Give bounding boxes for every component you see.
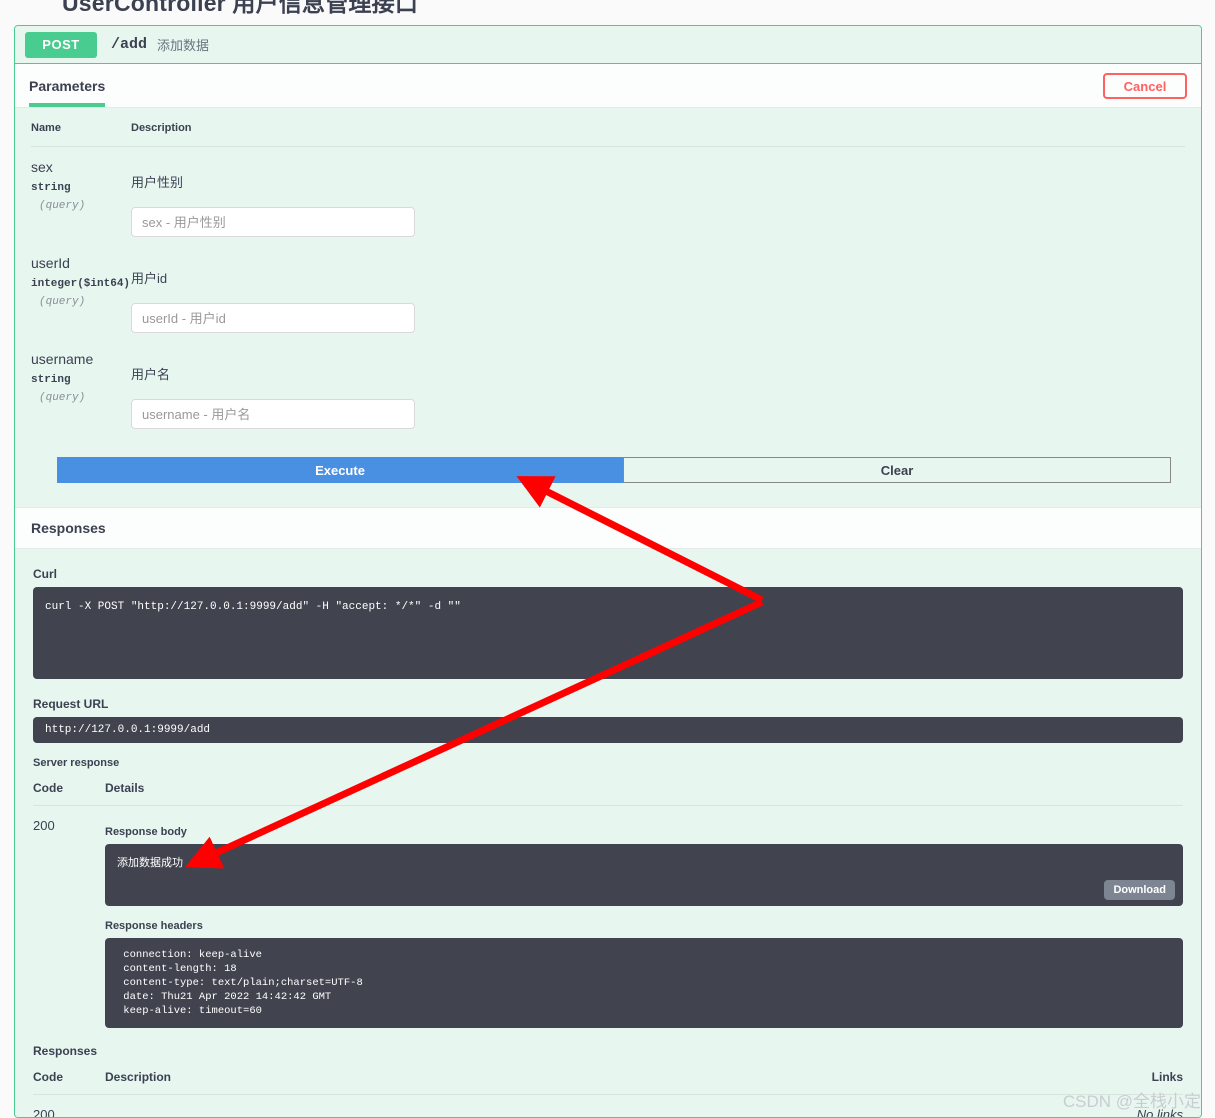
responses-definition-table: Code Description Links 200 OK No links xyxy=(33,1064,1183,1118)
table-row: username string (query) 用户名 xyxy=(31,339,1185,435)
table-row: 200 OK No links xyxy=(33,1095,1183,1118)
download-button[interactable]: Download xyxy=(1104,880,1175,900)
responses-table-header: Code Description Links xyxy=(33,1064,1183,1095)
parameter-name-cell: userId integer($int64) (query) xyxy=(31,243,131,339)
column-header-description: Description xyxy=(105,1064,739,1095)
parameter-type: integer($int64) xyxy=(31,277,131,290)
operation-summary-bar[interactable]: POST /add 添加数据 xyxy=(15,26,1201,64)
table-row: userId integer($int64) (query) 用户id xyxy=(31,243,1185,339)
response-headers-block: connection: keep-alive content-length: 1… xyxy=(105,938,1183,1028)
parameter-description-cell: 用户性别 xyxy=(131,147,1185,244)
response-code: 200 xyxy=(33,1107,55,1118)
column-header-code: Code xyxy=(33,1064,105,1095)
parameters-table: Name Description sex string (query) 用户性别 xyxy=(31,108,1185,435)
parameter-name: userId xyxy=(31,255,70,271)
watermark: CSDN @全栈小定 xyxy=(1062,1092,1201,1111)
parameter-description: 用户性别 xyxy=(131,175,184,190)
operation-tabstrip: Parameters Cancel xyxy=(15,64,1201,108)
swagger-ui-page: UserController 用户信息管理接口 POST /add 添加数据 P… xyxy=(0,0,1215,1118)
operation-path: /add xyxy=(111,36,148,53)
parameters-section: Name Description sex string (query) 用户性别 xyxy=(15,108,1201,483)
server-response-table: Code Details 200 Response body 添加数据成功 Do… xyxy=(33,775,1183,1028)
column-header-details: Details xyxy=(105,775,1183,806)
parameter-description: 用户id xyxy=(131,271,168,286)
server-response-details: Response body 添加数据成功 Download Response h… xyxy=(105,806,1183,1028)
http-method-badge: POST xyxy=(25,31,97,58)
parameter-type: string xyxy=(31,373,71,386)
execute-button[interactable]: Execute xyxy=(57,457,623,483)
response-body-label: Response body xyxy=(105,826,187,838)
table-row: sex string (query) 用户性别 xyxy=(31,147,1185,244)
parameter-name-cell: sex string (query) xyxy=(31,147,131,244)
response-description: OK xyxy=(105,1095,739,1118)
curl-label: Curl xyxy=(33,567,57,581)
parameter-in: (query) xyxy=(39,199,86,212)
parameters-table-header: Name Description xyxy=(31,108,1185,147)
operation-block-post-add: POST /add 添加数据 Parameters Cancel Name De… xyxy=(14,25,1202,1118)
parameter-name-cell: username string (query) xyxy=(31,339,131,435)
parameter-input-userid[interactable] xyxy=(131,303,415,333)
server-response-table-header: Code Details xyxy=(33,775,1183,806)
server-response-code: 200 xyxy=(33,818,55,833)
cancel-button[interactable]: Cancel xyxy=(1103,73,1187,99)
response-headers-label: Response headers xyxy=(105,920,203,932)
parameter-description-cell: 用户id xyxy=(131,243,1185,339)
response-body-text: 添加数据成功 xyxy=(117,858,183,870)
parameter-name: username xyxy=(31,351,94,367)
responses-body: Curl curl -X POST "http://127.0.0.1:9999… xyxy=(15,567,1201,1118)
curl-command-block[interactable]: curl -X POST "http://127.0.0.1:9999/add"… xyxy=(33,587,1183,679)
parameter-description-cell: 用户名 xyxy=(131,339,1185,435)
response-body-block: 添加数据成功 Download xyxy=(105,844,1183,906)
parameter-in: (query) xyxy=(39,391,86,404)
clear-button[interactable]: Clear xyxy=(623,457,1171,483)
parameter-input-sex[interactable] xyxy=(131,207,415,237)
responses-section-header: Responses xyxy=(15,507,1201,549)
response-description-text: OK xyxy=(105,1107,739,1117)
parameter-type: string xyxy=(31,181,71,194)
parameter-input-username[interactable] xyxy=(131,399,415,429)
page-title: UserController 用户信息管理接口 xyxy=(62,0,419,16)
parameter-name: sex xyxy=(31,159,53,175)
column-header-name: Name xyxy=(31,108,131,147)
request-url-label: Request URL xyxy=(33,697,109,711)
action-button-row: Execute Clear xyxy=(57,457,1171,483)
server-response-label: Server response xyxy=(33,757,120,769)
responses-table-title: Responses xyxy=(33,1044,98,1058)
table-row: 200 Response body 添加数据成功 Download Respon… xyxy=(33,806,1183,1028)
parameter-description: 用户名 xyxy=(131,367,171,382)
responses-title: Responses xyxy=(31,520,106,536)
request-url-block: http://127.0.0.1:9999/add xyxy=(33,717,1183,743)
operation-summary-text: 添加数据 xyxy=(157,38,210,53)
tab-parameters[interactable]: Parameters xyxy=(29,64,106,107)
parameter-in: (query) xyxy=(39,295,86,308)
column-header-code: Code xyxy=(33,775,105,806)
column-header-description: Description xyxy=(131,108,1185,147)
